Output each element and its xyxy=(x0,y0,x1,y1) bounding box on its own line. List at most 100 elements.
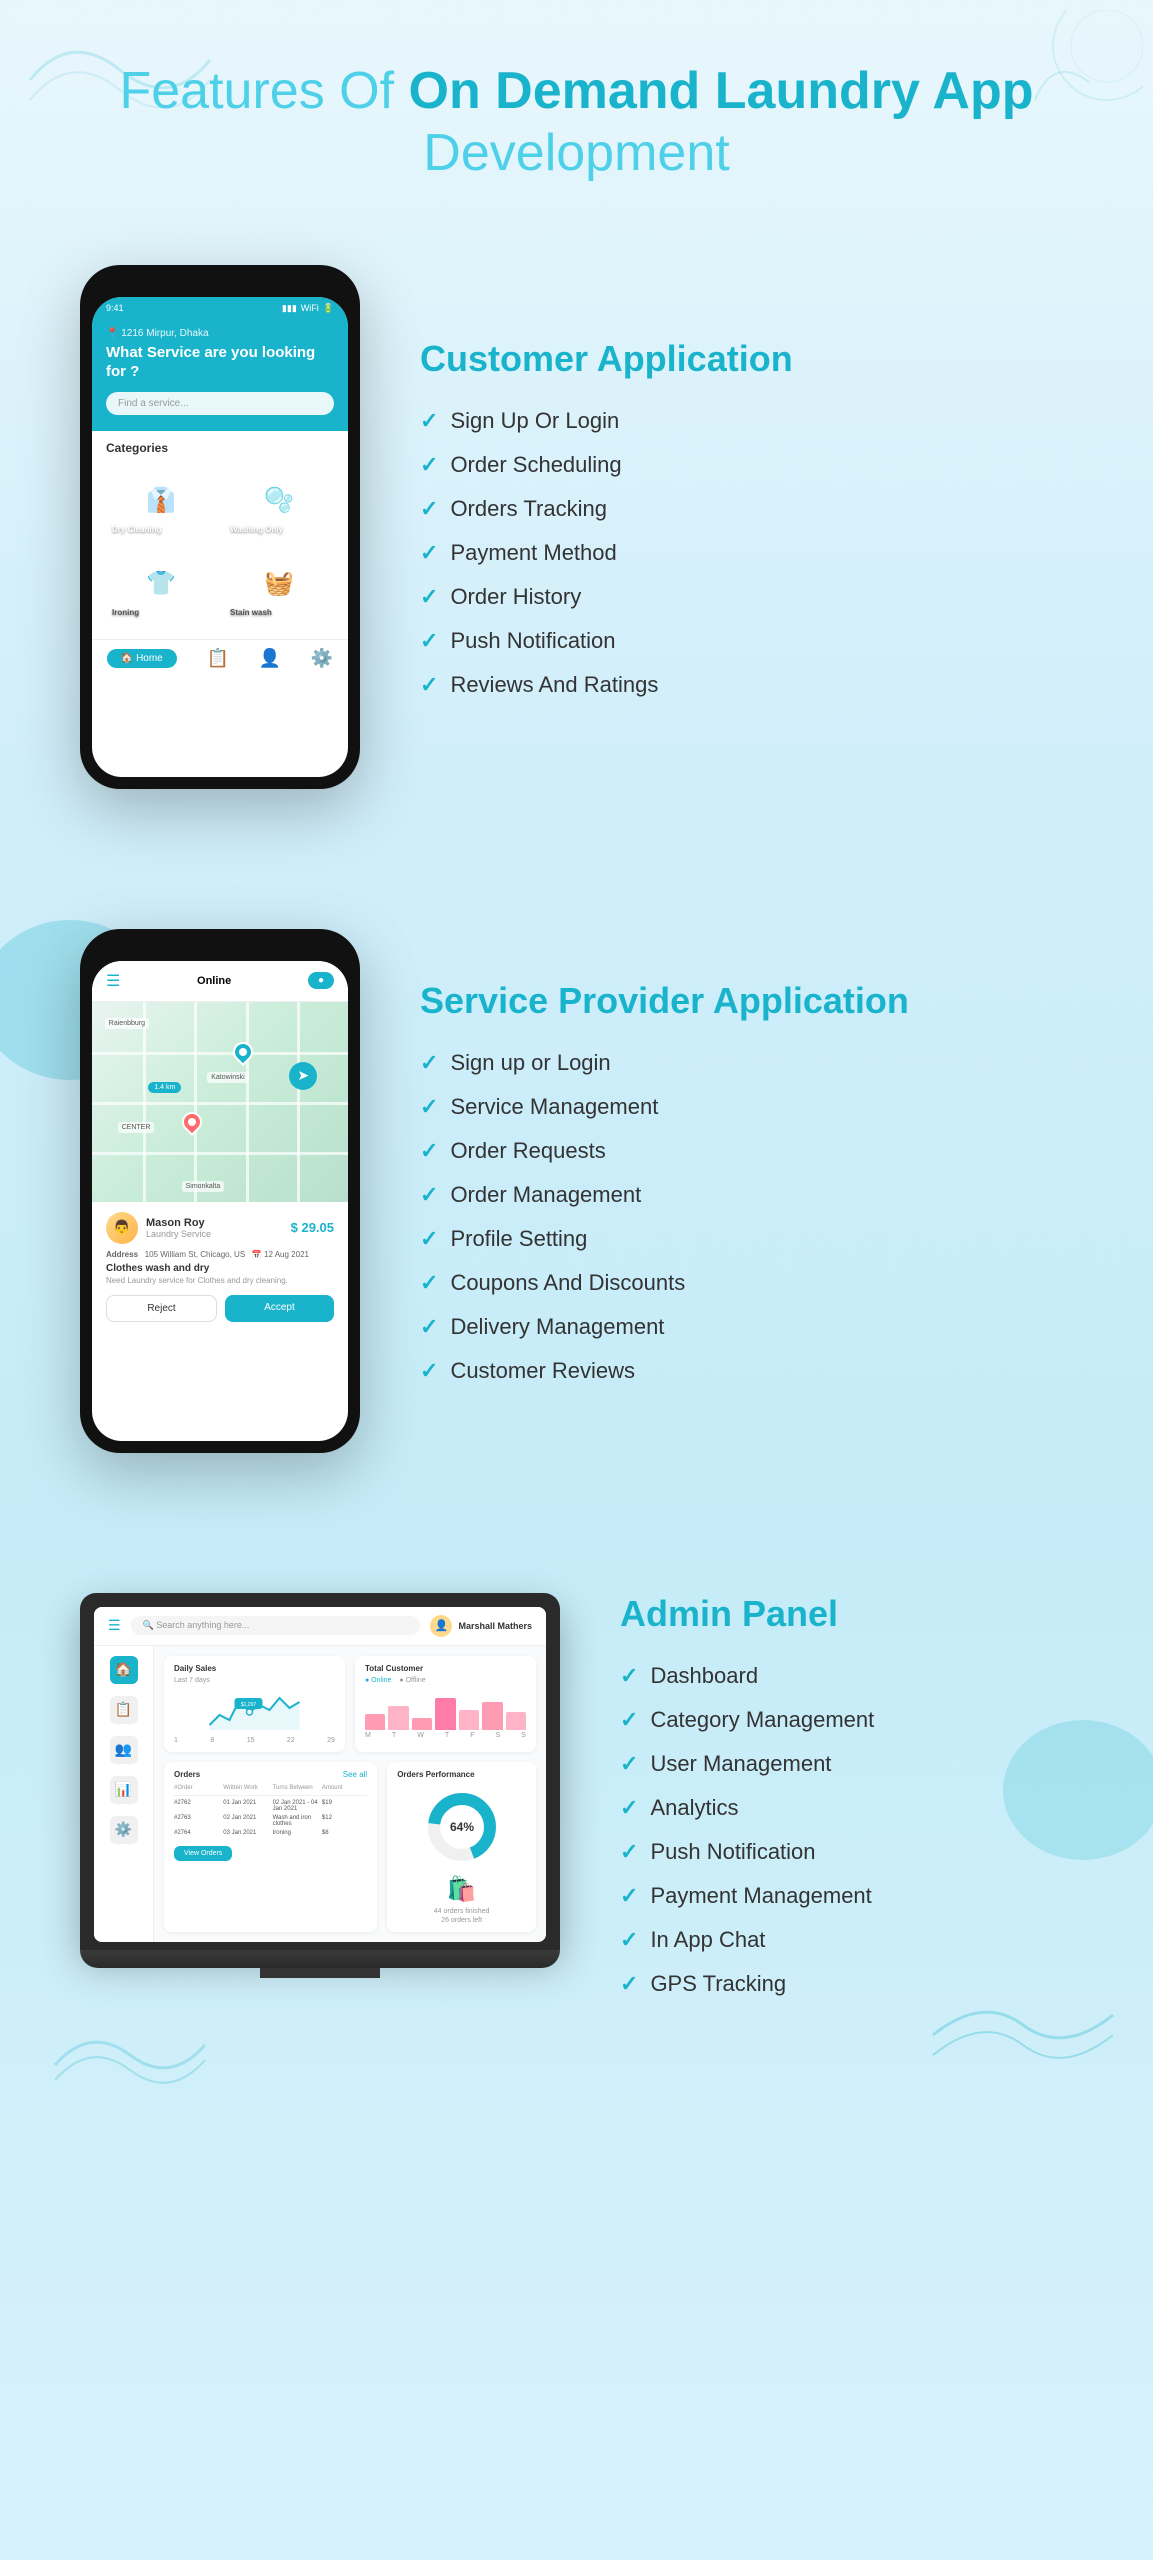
sp-check-6: ✓ xyxy=(420,1270,438,1296)
nav-settings[interactable]: ⚙️ xyxy=(311,648,333,669)
dry-cleaning-label: Dry Cleaning xyxy=(112,525,161,534)
sp-phone-header: ☰ Online ● xyxy=(92,961,348,1002)
phone-location: 📍 1216 Mirpur, Dhaka xyxy=(106,328,334,339)
order-address: Address 105 William St, Chicago, US 📅 12… xyxy=(106,1250,334,1259)
wifi-icon: WiFi xyxy=(301,303,319,313)
orders-perf-title: Orders Performance xyxy=(397,1770,526,1779)
view-orders-button[interactable]: View Orders xyxy=(174,1846,232,1861)
provider-role: Laundry Service xyxy=(146,1229,211,1239)
sp-feature-profile: ✓ Profile Setting xyxy=(420,1226,1073,1252)
sp-feature-order-mgmt: ✓ Order Management xyxy=(420,1182,1073,1208)
sp-phone-notch xyxy=(180,941,260,961)
admin-feature-push-notification: ✓ Push Notification xyxy=(620,1839,1073,1865)
sp-status-label: Online xyxy=(197,975,231,987)
customer-phone-screen: 9:41 ▮▮▮ WiFi 🔋 📍 1216 Mirpur, Dhaka Wha… xyxy=(92,297,348,777)
phone-notch xyxy=(180,277,260,297)
page-title: Features Of On Demand Laundry App Develo… xyxy=(40,60,1113,185)
sp-feature-delivery: ✓ Delivery Management xyxy=(420,1314,1073,1340)
admin-feature-label-in-app-chat: In App Chat xyxy=(650,1927,765,1953)
sp-phone-screen: ☰ Online ● xyxy=(92,961,348,1441)
admin-check-7: ✓ xyxy=(620,1927,638,1953)
admin-feature-dashboard: ✓ Dashboard xyxy=(620,1663,1073,1689)
action-button-wrapper: View Orders xyxy=(174,1842,367,1861)
admin-check-8: ✓ xyxy=(620,1971,638,1997)
dashboard-sidebar: 🏠 📋 👥 📊 ⚙️ xyxy=(94,1646,154,1942)
sp-order-card: 👨 Mason Roy Laundry Service $ 29.05 Addr… xyxy=(92,1202,348,1332)
admin-check-2: ✓ xyxy=(620,1707,638,1733)
orders-performance-card: Orders Performance 64% xyxy=(387,1762,536,1932)
nav-orders[interactable]: 📋 xyxy=(206,648,228,669)
reject-button[interactable]: Reject xyxy=(106,1295,217,1322)
check-icon-3: ✓ xyxy=(420,496,438,522)
see-all-link[interactable]: See all xyxy=(343,1770,367,1779)
sidebar-home-icon[interactable]: 🏠 xyxy=(110,1656,138,1684)
admin-feature-label-category-mgmt: Category Management xyxy=(650,1707,874,1733)
map-label-2: Katowinski xyxy=(207,1072,248,1083)
laptop-stand xyxy=(260,1968,380,1978)
category-ironing[interactable]: 👕 Ironing xyxy=(106,546,216,621)
laptop-mockup: ☰ 🔍 Search anything here... 👤 Marshall M… xyxy=(80,1593,560,1978)
sidebar-orders-icon[interactable]: 📋 xyxy=(110,1696,138,1724)
category-washing[interactable]: 🫧 Washing Only xyxy=(224,463,334,538)
laptop-screen: ☰ 🔍 Search anything here... 👤 Marshall M… xyxy=(94,1607,546,1942)
order-desc: Need Laundry service for Clothes and dry… xyxy=(106,1276,334,1285)
daily-sales-axis: 18152229 xyxy=(174,1737,335,1744)
map-label-3: CENTER xyxy=(118,1122,155,1133)
feature-reviews-ratings: ✓ Reviews And Ratings xyxy=(420,672,1073,698)
phone-categories: Categories 👔 Dry Cleaning 🫧 Washing Only… xyxy=(92,431,348,631)
phone-bottom-nav: 🏠 Home 📋 👤 ⚙️ xyxy=(92,639,348,677)
stain-label: Stain wash xyxy=(230,608,272,617)
admin-feature-user-mgmt: ✓ User Management xyxy=(620,1751,1073,1777)
feature-label-signup: Sign Up Or Login xyxy=(450,408,619,434)
battery-icon: 🔋 xyxy=(323,303,334,314)
sidebar-settings-icon[interactable]: ⚙️ xyxy=(110,1816,138,1844)
check-icon-5: ✓ xyxy=(420,584,438,610)
sp-app-features: Service Provider Application ✓ Sign up o… xyxy=(420,980,1073,1402)
phone-status-bar: 9:41 ▮▮▮ WiFi 🔋 xyxy=(92,297,348,318)
feature-label-order-scheduling: Order Scheduling xyxy=(450,452,621,478)
sp-check-5: ✓ xyxy=(420,1226,438,1252)
admin-feature-category-mgmt: ✓ Category Management xyxy=(620,1707,1073,1733)
dash-user-info: 👤 Marshall Mathers xyxy=(430,1615,532,1637)
donut-chart-container: 64% xyxy=(397,1787,526,1867)
admin-check-5: ✓ xyxy=(620,1839,638,1865)
feature-label-orders-tracking: Orders Tracking xyxy=(450,496,607,522)
map-label-4: Simonkalta xyxy=(182,1181,225,1192)
category-stain[interactable]: 🧺 Stain wash xyxy=(224,546,334,621)
service-provider-section: Service Provider Application ✓ Sign up o… xyxy=(0,889,1153,1493)
nav-profile[interactable]: 👤 xyxy=(259,648,281,669)
phone-headline: What Service are you looking for ? xyxy=(106,343,334,382)
admin-check-3: ✓ xyxy=(620,1751,638,1777)
sidebar-users-icon[interactable]: 👥 xyxy=(110,1736,138,1764)
sidebar-analytics-icon[interactable]: 📊 xyxy=(110,1776,138,1804)
dashboard-search[interactable]: 🔍 Search anything here... xyxy=(131,1616,421,1635)
admin-feature-label-user-mgmt: User Management xyxy=(650,1751,831,1777)
sp-check-1: ✓ xyxy=(420,1050,438,1076)
check-icon-2: ✓ xyxy=(420,452,438,478)
sp-feature-reviews: ✓ Customer Reviews xyxy=(420,1358,1073,1384)
sp-check-8: ✓ xyxy=(420,1358,438,1384)
sp-menu-icon: ☰ xyxy=(106,971,120,991)
dash-username: Marshall Mathers xyxy=(458,1621,532,1631)
total-customer-title: Total Customer xyxy=(365,1664,526,1673)
admin-feature-gps-tracking: ✓ GPS Tracking xyxy=(620,1971,1073,1997)
nav-home[interactable]: 🏠 Home xyxy=(107,649,177,668)
admin-feature-in-app-chat: ✓ In App Chat xyxy=(620,1927,1073,1953)
category-dry-cleaning[interactable]: 👔 Dry Cleaning xyxy=(106,463,216,538)
total-customer-card: Total Customer ● Online ● Offline xyxy=(355,1656,536,1752)
location-icon: 📍 xyxy=(106,328,121,339)
sp-online-toggle[interactable]: ● xyxy=(308,972,334,989)
daily-sales-sub: Last 7 days xyxy=(174,1677,335,1684)
phone-header-area: 📍 1216 Mirpur, Dhaka What Service are yo… xyxy=(92,318,348,431)
accept-button[interactable]: Accept xyxy=(225,1295,334,1322)
daily-sales-chart: $1,297 xyxy=(174,1690,335,1730)
sp-feature-label-delivery: Delivery Management xyxy=(450,1314,664,1340)
charts-row: Daily Sales Last 7 days xyxy=(164,1656,536,1752)
header-section: Features Of On Demand Laundry App Develo… xyxy=(0,0,1153,225)
admin-feature-label-dashboard: Dashboard xyxy=(650,1663,758,1689)
admin-feature-list: ✓ Dashboard ✓ Category Management ✓ User… xyxy=(620,1663,1073,1997)
sp-feature-order-requests: ✓ Order Requests xyxy=(420,1138,1073,1164)
sp-app-title: Service Provider Application xyxy=(420,980,1073,1022)
order-title: Clothes wash and dry xyxy=(106,1263,334,1274)
page-wrapper: Features Of On Demand Laundry App Develo… xyxy=(0,0,1153,2135)
